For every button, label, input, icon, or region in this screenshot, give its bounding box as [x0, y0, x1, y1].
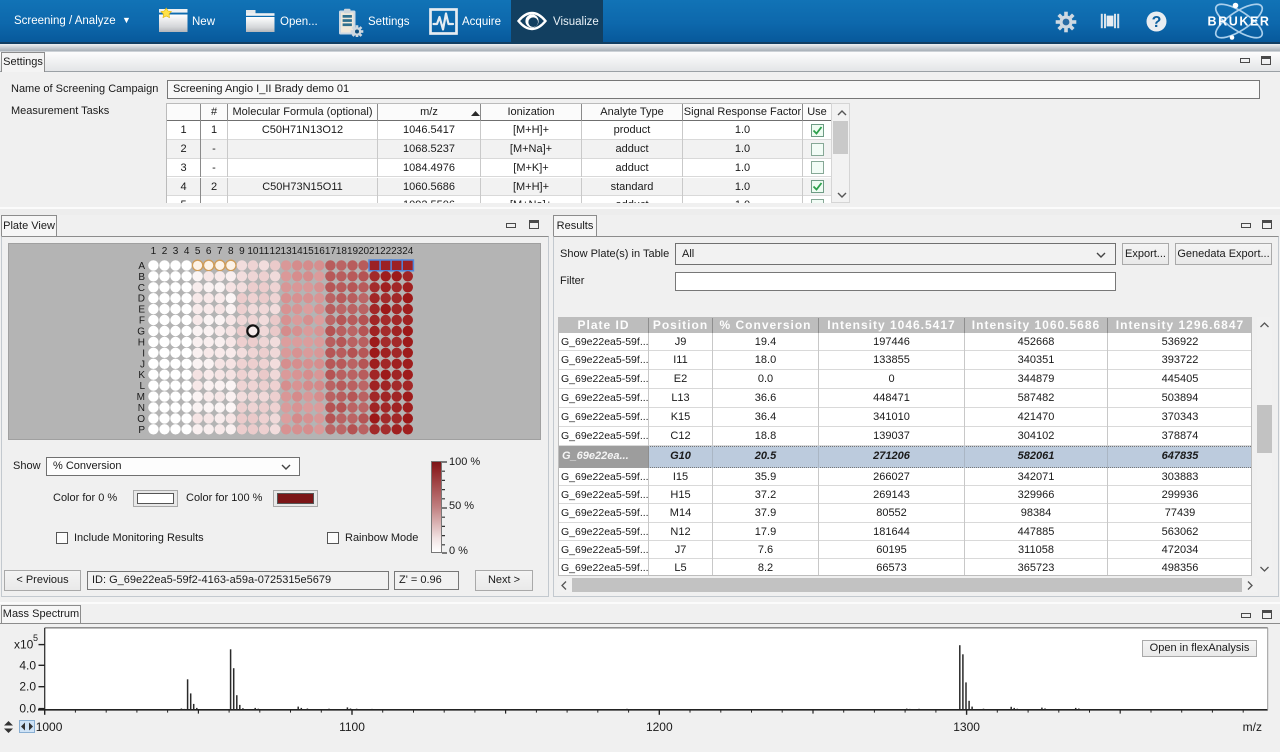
svg-text:24: 24: [402, 246, 414, 257]
svg-text:0.0: 0.0: [19, 702, 36, 716]
svg-text:1: 1: [151, 246, 157, 257]
svg-text:3: 3: [173, 246, 179, 257]
svg-text:15: 15: [303, 246, 315, 257]
svg-text:x10: x10: [14, 638, 34, 652]
svg-text:8: 8: [228, 246, 234, 257]
svg-text:E: E: [138, 305, 145, 316]
svg-text:F: F: [139, 316, 145, 327]
svg-text:1200: 1200: [646, 720, 673, 734]
svg-text:4.0: 4.0: [19, 658, 36, 672]
svg-text:23: 23: [391, 246, 403, 257]
svg-text:22: 22: [380, 246, 392, 257]
svg-text:O: O: [137, 414, 145, 425]
svg-text:m/z: m/z: [1243, 720, 1262, 734]
svg-text:C: C: [138, 283, 145, 294]
svg-text:9: 9: [239, 246, 245, 257]
svg-text:19: 19: [347, 246, 359, 257]
svg-text:I: I: [142, 348, 145, 359]
svg-text:5: 5: [195, 246, 201, 257]
svg-text:G: G: [137, 327, 145, 338]
svg-text:5: 5: [33, 633, 38, 643]
svg-text:14: 14: [292, 246, 304, 257]
svg-text:D: D: [138, 294, 145, 305]
svg-text:1100: 1100: [339, 720, 365, 734]
svg-text:M: M: [137, 392, 145, 403]
svg-text:P: P: [138, 425, 145, 436]
svg-text:17: 17: [325, 246, 337, 257]
svg-text:2.0: 2.0: [19, 680, 36, 694]
svg-text:11: 11: [259, 246, 270, 257]
svg-text:N: N: [138, 403, 145, 414]
svg-text:12: 12: [270, 246, 282, 257]
svg-text:A: A: [138, 261, 145, 272]
svg-text:B: B: [138, 272, 145, 283]
svg-text:16: 16: [314, 246, 326, 257]
svg-text:1300: 1300: [953, 720, 980, 734]
svg-text:?: ?: [1152, 14, 1162, 31]
svg-text:10: 10: [247, 246, 259, 257]
svg-text:21: 21: [369, 246, 381, 257]
svg-text:BRUKER: BRUKER: [1207, 15, 1270, 29]
svg-text:13: 13: [281, 246, 293, 257]
svg-text:6: 6: [206, 246, 212, 257]
svg-text:1000: 1000: [36, 720, 63, 734]
svg-text:2: 2: [162, 246, 168, 257]
svg-text:H: H: [138, 337, 145, 348]
svg-text:7: 7: [217, 246, 223, 257]
svg-text:4: 4: [184, 246, 190, 257]
svg-text:20: 20: [358, 246, 370, 257]
svg-text:18: 18: [336, 246, 348, 257]
svg-text:J: J: [140, 359, 145, 370]
svg-text:K: K: [138, 370, 145, 381]
svg-text:L: L: [139, 381, 145, 392]
